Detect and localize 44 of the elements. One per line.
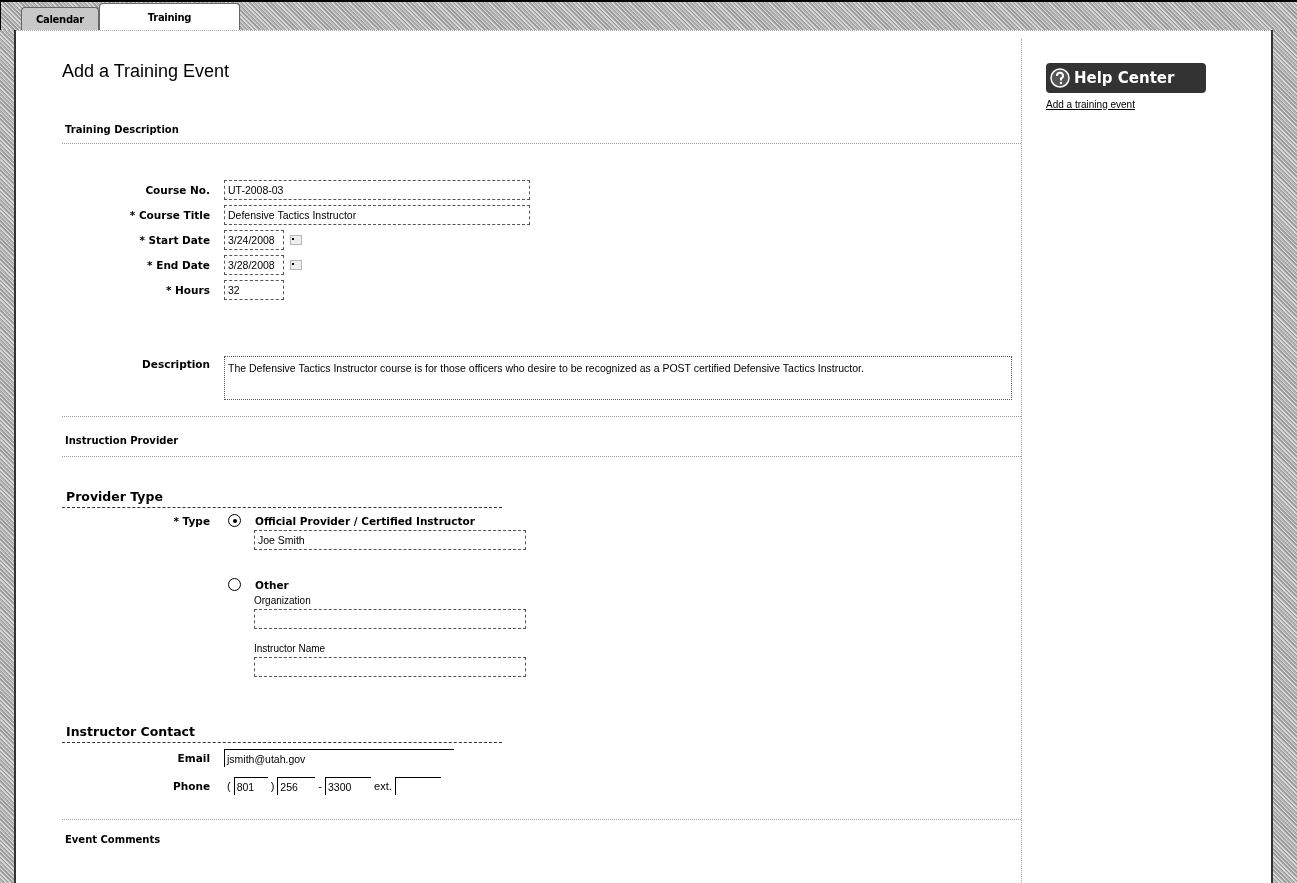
description-field[interactable]: The Defensive Tactics Instructor course is for those officers who desire to be recognized as a POST certified Defensive Tactics Instructor. xyxy=(224,356,1012,400)
input-field[interactable] xyxy=(254,609,526,629)
section-heading: Instructor Contact xyxy=(65,723,196,741)
help-icon xyxy=(1050,68,1070,88)
field-label: Description xyxy=(141,357,210,370)
input-field[interactable]: UT-2008-03 xyxy=(224,180,530,200)
input-field[interactable] xyxy=(254,657,526,677)
ext-label: ext. xyxy=(374,780,392,792)
email-field[interactable]: jsmith@utah.gov xyxy=(224,749,454,767)
date-field[interactable]: 3/28/2008 xyxy=(224,255,284,275)
field-label: Organization xyxy=(254,595,312,606)
input-field[interactable]: Defensive Tactics Instructor xyxy=(224,205,530,225)
tab[interactable]: Calendar xyxy=(21,7,99,30)
input-field[interactable]: Joe Smith xyxy=(254,530,526,550)
dash-text: - xyxy=(318,780,322,792)
section-heading: Instruction Provider xyxy=(64,434,180,448)
field-label: Instructor Name xyxy=(254,643,327,654)
field-label: * Start Date xyxy=(138,234,210,246)
bracket-text: ( xyxy=(227,780,231,792)
field-label: * End Date xyxy=(146,259,210,271)
section-heading: Event Comments xyxy=(64,833,162,847)
date-field[interactable]: 3/24/2008 xyxy=(224,230,284,250)
field-label: Phone xyxy=(172,780,210,792)
phone-field[interactable]: 256 xyxy=(277,777,316,795)
calendar-icon[interactable] xyxy=(290,235,302,245)
field-label: * Course Title xyxy=(128,209,210,221)
extension-field[interactable] xyxy=(394,777,441,795)
section-heading: Training Description xyxy=(64,123,180,137)
input-field[interactable]: 32 xyxy=(224,280,284,300)
help-center-title: Help Center xyxy=(1074,69,1175,87)
section-heading: Provider Type xyxy=(65,488,164,506)
field-label: * Type xyxy=(172,514,210,527)
area-code-field[interactable]: 801 xyxy=(233,777,268,795)
calendar-icon[interactable] xyxy=(290,260,302,270)
field-label: Course No. xyxy=(144,184,210,196)
bracket-text: ) xyxy=(270,780,275,792)
field-label: Email xyxy=(176,752,210,764)
tab[interactable]: Training xyxy=(98,3,241,30)
option-label: Official Provider / Certified Instructor xyxy=(255,514,475,527)
phone-field[interactable]: 3300 xyxy=(325,777,371,795)
help-link[interactable]: Add a training event xyxy=(1046,99,1206,110)
field-label: * Hours xyxy=(164,284,210,296)
option-label: Other xyxy=(255,578,289,591)
page-title: Add a Training Event xyxy=(62,61,231,82)
